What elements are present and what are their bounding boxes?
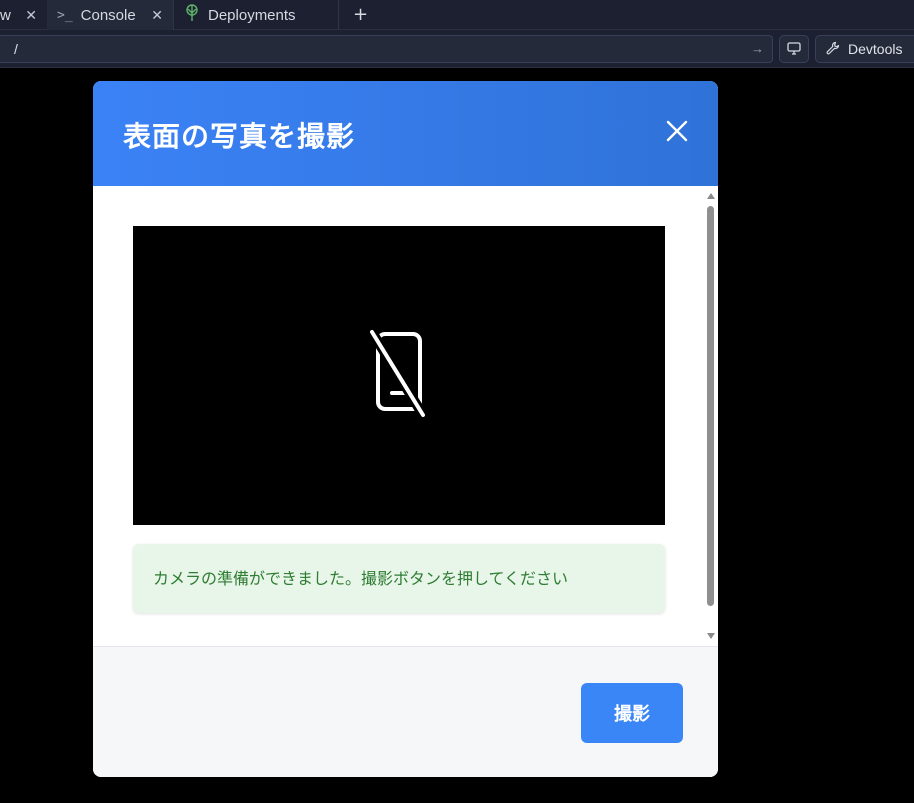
tab-preview-label: w [0, 6, 11, 24]
scroll-down-icon[interactable] [707, 633, 715, 639]
devtools-button[interactable]: Devtools [815, 35, 914, 63]
address-bar-row: / → Devtools [0, 30, 914, 68]
screen-preview-button[interactable] [779, 35, 809, 63]
tab-console-label: Console [80, 6, 136, 24]
close-tab-icon[interactable]: ✕ [151, 7, 163, 24]
devtools-label: Devtools [848, 41, 903, 57]
tab-console[interactable]: >_ Console ✕ [47, 0, 173, 30]
new-tab-button[interactable]: + [339, 0, 382, 29]
dialog-header: 表面の写真を撮影 [93, 81, 718, 186]
wrench-icon [826, 41, 840, 58]
dialog-footer: 撮影 [93, 646, 718, 777]
status-message: カメラの準備ができました。撮影ボタンを押してください [133, 544, 665, 613]
scrollbar-thumb[interactable] [707, 206, 714, 606]
tab-deployments-label: Deployments [208, 6, 296, 24]
photo-capture-dialog: 表面の写真を撮影 カメラの準備ができました。撮影ボタンを押してください 撮影 [93, 81, 718, 777]
tab-deployments[interactable]: Deployments [173, 0, 339, 30]
scrollbar[interactable] [704, 186, 718, 646]
device-off-icon [367, 326, 429, 423]
close-tab-icon[interactable]: ✕ [25, 7, 37, 24]
camera-preview [133, 226, 665, 525]
dialog-body: カメラの準備ができました。撮影ボタンを押してください [93, 186, 718, 646]
tab-preview[interactable]: w ✕ [0, 0, 47, 30]
scroll-up-icon[interactable] [707, 193, 715, 199]
monitor-icon [787, 40, 801, 59]
arrow-right-icon[interactable]: → [751, 36, 764, 62]
capture-button[interactable]: 撮影 [581, 683, 683, 743]
dialog-title: 表面の写真を撮影 [123, 120, 356, 153]
close-button[interactable] [665, 119, 689, 147]
deployments-icon [184, 4, 200, 26]
close-icon [665, 119, 689, 147]
address-input[interactable]: / → [0, 35, 773, 63]
terminal-icon: >_ [57, 7, 73, 23]
tab-bar: w ✕ >_ Console ✕ Deployments + [0, 0, 914, 30]
address-path: / [14, 41, 18, 57]
